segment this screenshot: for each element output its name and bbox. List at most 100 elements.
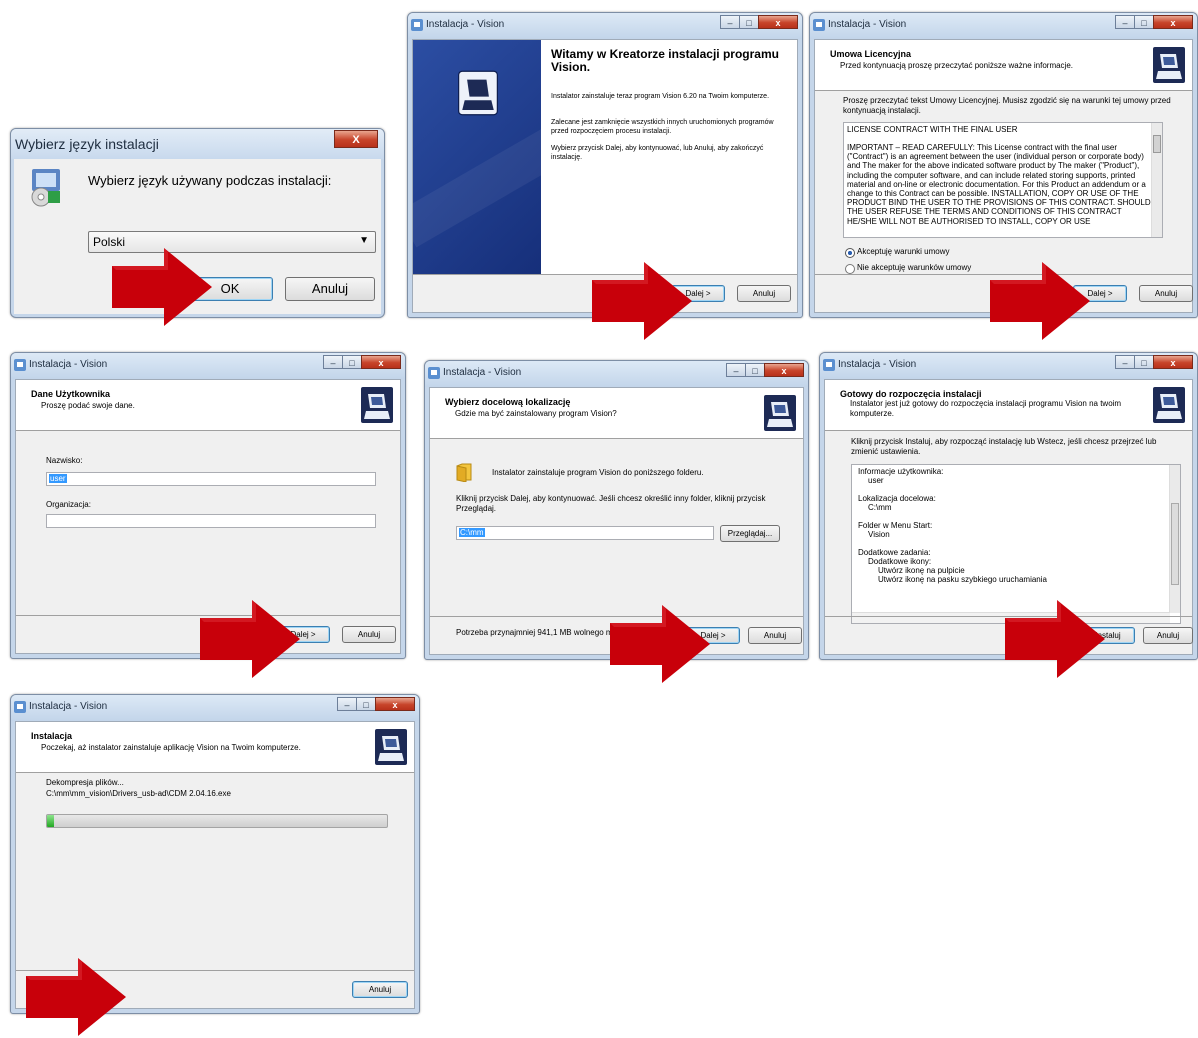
computer-icon xyxy=(360,386,394,424)
window-controls: – □ x xyxy=(720,15,798,29)
destination-header: Wybierz docelową lokalizację Gdzie ma by… xyxy=(430,388,803,439)
minimize-button[interactable]: – xyxy=(1115,355,1135,369)
destination-path-input[interactable]: C:\mm xyxy=(456,526,714,540)
cancel-button[interactable]: Anuluj xyxy=(1139,285,1193,302)
arrow-pointer-destination-next xyxy=(610,605,710,683)
minimize-button[interactable]: – xyxy=(337,697,357,711)
computer-icon xyxy=(1152,386,1186,424)
destination-path-value: C:\mm xyxy=(459,528,485,537)
license-textbox[interactable]: LICENSE CONTRACT WITH THE FINAL USER IMP… xyxy=(843,122,1163,238)
maximize-button[interactable]: □ xyxy=(739,15,759,29)
summary-line: Utwórz ikonę na pulpicie xyxy=(878,566,965,575)
scrollbar-thumb[interactable] xyxy=(1153,135,1161,153)
header-title: Wybierz docelową lokalizację xyxy=(445,397,571,407)
decorative-stripe xyxy=(413,112,541,248)
accept-label: Akceptuję warunki umowy xyxy=(857,247,950,256)
browse-button[interactable]: Przeglądaj... xyxy=(720,525,780,542)
minimize-button[interactable]: – xyxy=(726,363,746,377)
maximize-button[interactable]: □ xyxy=(342,355,362,369)
install-status: Dekompresja plików... xyxy=(46,778,124,787)
welcome-para2: Zalecane jest zamknięcie wszystkich inny… xyxy=(551,119,774,135)
computer-icon xyxy=(374,728,408,766)
ready-intro: Kliknij przycisk Instaluj, aby rozpocząć… xyxy=(851,437,1157,456)
maximize-button[interactable]: □ xyxy=(1134,15,1154,29)
summary-line: Lokalizacja docelowa: xyxy=(858,494,936,503)
app-icon xyxy=(411,19,423,31)
ready-titlebar: Instalacja - Vision – □ x xyxy=(820,353,1197,379)
license-intro: Proszę przeczytać tekst Umowy Licencyjne… xyxy=(843,96,1171,115)
computer-icon xyxy=(763,394,797,432)
window-title: Instalacja - Vision xyxy=(443,367,522,378)
header-subtitle: Gdzie ma być zainstalowany program Visio… xyxy=(455,409,617,418)
scrollbar[interactable] xyxy=(1169,465,1180,613)
cancel-button[interactable]: Anuluj xyxy=(748,627,802,644)
destination-titlebar: Instalacja - Vision – □ x xyxy=(425,361,808,387)
app-icon xyxy=(813,19,825,31)
license-titlebar: Instalacja - Vision – □ x xyxy=(810,13,1197,39)
summary-line: Dodatkowe zadania: xyxy=(858,548,931,557)
location-instructions: Kliknij przycisk Dalej, aby kontynuować.… xyxy=(456,494,766,513)
name-input[interactable]: user xyxy=(46,472,376,486)
organization-input[interactable] xyxy=(46,514,376,528)
maximize-button[interactable]: □ xyxy=(1134,355,1154,369)
welcome-para1: Instalator zainstaluje teraz program Vis… xyxy=(551,93,770,100)
maximize-button[interactable]: □ xyxy=(356,697,376,711)
window-controls: – □ x xyxy=(726,363,804,377)
install-current-file: C:\mm\mm_vision\Drivers_usb-ad\CDM 2.04.… xyxy=(46,789,231,798)
folder-icon xyxy=(456,463,472,482)
close-button[interactable]: x xyxy=(1153,355,1193,369)
summary-line: C:\mm xyxy=(868,503,892,512)
close-button[interactable]: x xyxy=(375,697,415,711)
reject-radio[interactable] xyxy=(845,264,855,274)
summary-line: Utwórz ikonę na pasku szybkiego uruchami… xyxy=(878,575,1047,584)
close-button[interactable]: x xyxy=(1153,15,1193,29)
close-button[interactable]: x xyxy=(764,363,804,377)
progress-fill xyxy=(47,815,54,827)
license-body: IMPORTANT – READ CAREFULLY: This License… xyxy=(847,143,1151,226)
close-button[interactable]: x xyxy=(361,355,401,369)
organization-label: Organizacja: xyxy=(46,500,91,509)
scrollbar-thumb[interactable] xyxy=(1171,503,1179,585)
license-header: Umowa Licencyjna Przed kontynuacją prosz… xyxy=(815,40,1192,91)
cancel-button[interactable]: Anuluj xyxy=(342,626,396,643)
maximize-button[interactable]: □ xyxy=(745,363,765,377)
name-label: Nazwisko: xyxy=(46,456,83,465)
app-icon xyxy=(14,359,26,371)
header-subtitle: Poczekaj, aż instalator zainstaluje apli… xyxy=(41,743,301,752)
header-title: Dane Użytkownika xyxy=(31,389,111,399)
cancel-button[interactable]: Anuluj xyxy=(352,981,408,998)
window-title: Instalacja - Vision xyxy=(426,19,505,30)
cancel-button[interactable]: Anuluj xyxy=(1143,627,1193,644)
progress-bar xyxy=(46,814,388,828)
minimize-button[interactable]: – xyxy=(720,15,740,29)
header-title: Gotowy do rozpoczęcia instalacji xyxy=(840,389,982,399)
ready-header: Gotowy do rozpoczęcia instalacji Instala… xyxy=(825,380,1192,431)
summary-line: user xyxy=(868,476,884,485)
installing-titlebar: Instalacja - Vision – □ x xyxy=(11,695,419,721)
arrow-pointer-installing xyxy=(26,958,126,1036)
minimize-button[interactable]: – xyxy=(323,355,343,369)
cancel-button[interactable]: Anuluj xyxy=(285,277,375,301)
accept-radio[interactable] xyxy=(845,248,855,258)
arrow-pointer-welcome-next xyxy=(592,262,692,340)
header-title: Umowa Licencyjna xyxy=(830,49,912,59)
folder-text: Instalator zainstaluje program Vision do… xyxy=(492,468,704,477)
language-select-value: Polski xyxy=(93,235,126,249)
window-title: Instalacja - Vision xyxy=(828,19,907,30)
app-icon xyxy=(14,701,26,713)
cancel-button[interactable]: Anuluj xyxy=(737,285,791,302)
close-button[interactable]: X xyxy=(334,130,378,148)
minimize-button[interactable]: – xyxy=(1115,15,1135,29)
arrow-pointer-install xyxy=(1005,600,1105,678)
close-button[interactable]: x xyxy=(758,15,798,29)
chevron-down-icon: ▼ xyxy=(359,235,369,246)
window-controls: – □ x xyxy=(1115,15,1193,29)
screenshot-root: { "lang_dialog": { "title": "Wybierz jęz… xyxy=(0,0,1198,1038)
welcome-titlebar: Instalacja - Vision – □ x xyxy=(408,13,802,39)
header-subtitle: Proszę podać swoje dane. xyxy=(41,401,135,410)
scrollbar[interactable] xyxy=(1151,123,1162,237)
window-title: Instalacja - Vision xyxy=(838,359,917,370)
language-dialog-titlebar: Wybierz język instalacji X xyxy=(11,129,384,159)
license-heading: LICENSE CONTRACT WITH THE FINAL USER xyxy=(847,125,1018,134)
window-title: Instalacja - Vision xyxy=(29,701,108,712)
